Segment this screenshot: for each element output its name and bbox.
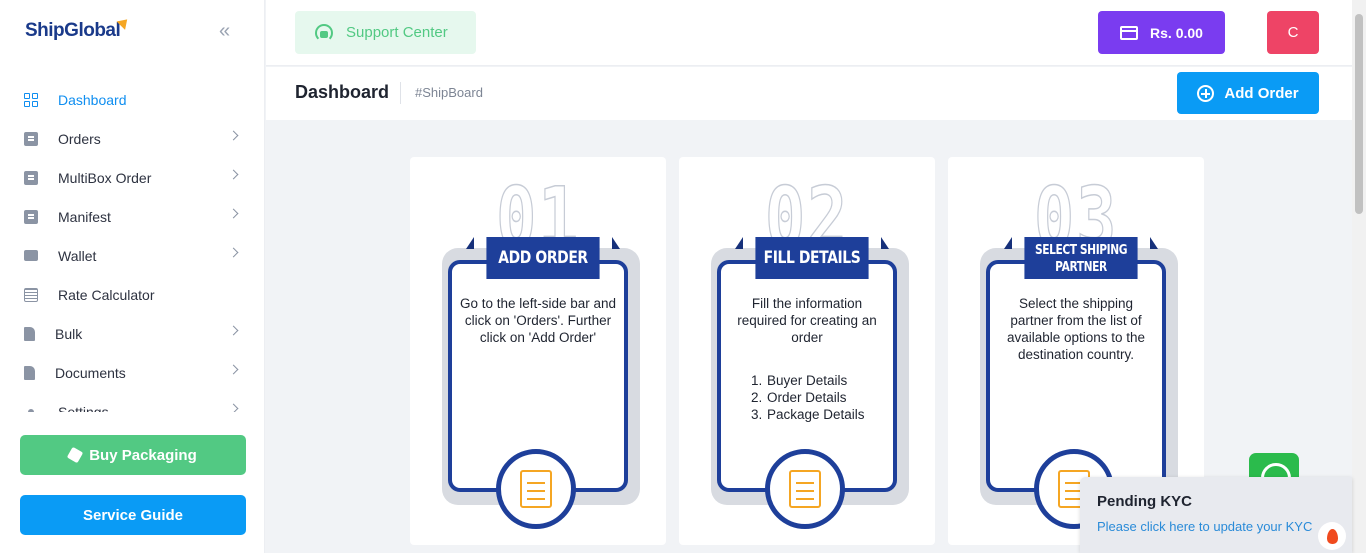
sidebar-item-label: Orders xyxy=(58,130,101,147)
list-item: 1. Buyer Details xyxy=(751,373,848,388)
package-box-icon xyxy=(67,446,84,464)
headset-icon xyxy=(315,23,333,42)
ribbon-wing-right xyxy=(612,237,620,249)
page-header: Dashboard #ShipBoard Add Order xyxy=(266,67,1352,120)
step-icon-circle xyxy=(765,449,845,529)
step-title: FILL DETAILS xyxy=(755,237,869,279)
bulk-file-icon xyxy=(24,326,35,341)
chevron-right-icon xyxy=(228,403,239,412)
sidebar-item-dashboard[interactable]: Dashboard xyxy=(0,80,265,119)
kyc-title: Pending KYC xyxy=(1097,493,1193,510)
ribbon-wing-left xyxy=(1004,237,1012,249)
title-divider xyxy=(400,82,401,104)
settings-icon xyxy=(28,408,34,412)
chevron-right-icon xyxy=(228,325,239,336)
step-icon-circle xyxy=(496,449,576,529)
top-bar: Support Center Rs. 0.00 C xyxy=(266,0,1352,66)
chevron-right-icon xyxy=(228,130,239,141)
order-form-hand-icon xyxy=(520,470,552,508)
chevron-right-icon xyxy=(228,208,239,219)
service-guide-button[interactable]: Service Guide xyxy=(20,495,246,535)
collapse-sidebar-icon[interactable]: « xyxy=(219,21,230,41)
add-order-button[interactable]: Add Order xyxy=(1177,72,1319,114)
pending-kyc-toast[interactable]: Pending KYC Please click here to update … xyxy=(1080,477,1352,553)
multibox-icon xyxy=(24,170,38,185)
ribbon-wing-right xyxy=(881,237,889,249)
service-guide-label: Service Guide xyxy=(82,506,184,524)
plus-circle-icon xyxy=(1197,84,1215,102)
calculator-icon xyxy=(24,287,38,302)
buy-packaging-label: Buy Packaging xyxy=(89,446,197,464)
dashboard-grid-icon xyxy=(24,92,38,107)
orders-icon xyxy=(24,131,38,146)
chevron-right-icon xyxy=(228,169,239,180)
step-description: Fill the information required for creati… xyxy=(737,296,877,345)
step-title: ADD ORDER xyxy=(486,237,600,279)
wallet-balance-button[interactable]: Rs. 0.00 xyxy=(1098,11,1225,54)
step-card-2: 02 FILL DETAILS Fill the information req… xyxy=(679,157,935,545)
ribbon-wing-left xyxy=(735,237,743,249)
user-avatar[interactable]: C xyxy=(1267,11,1319,54)
step-card-1: 01 ADD ORDER Go to the left-side bar and… xyxy=(410,157,666,545)
kyc-update-link[interactable]: Please click here to update your KYC xyxy=(1097,519,1312,534)
sidebar-item-label: Dashboard xyxy=(58,91,127,108)
sidebar-item-rate-calculator[interactable]: Rate Calculator xyxy=(0,275,265,314)
support-center-label: Support Center xyxy=(346,24,448,41)
wallet-card-icon xyxy=(1120,25,1139,40)
page-tag: #ShipBoard xyxy=(415,85,483,100)
list-item: 3. Package Details xyxy=(751,407,865,422)
sidebar-item-bulk[interactable]: Bulk xyxy=(0,314,265,353)
flame-widget-icon[interactable] xyxy=(1318,522,1346,550)
sidebar-item-label: Manifest xyxy=(58,208,111,225)
sidebar-item-label: Wallet xyxy=(58,247,97,264)
sidebar: ShipGlobal « Dashboard Orders MultiBox O… xyxy=(0,0,265,553)
step-description: Select the shipping partner from the lis… xyxy=(1006,296,1146,362)
sidebar-item-multibox-order[interactable]: MultiBox Order xyxy=(0,158,265,197)
chevron-right-icon xyxy=(228,364,239,375)
buy-packaging-button[interactable]: Buy Packaging xyxy=(20,435,246,475)
sidebar-item-label: MultiBox Order xyxy=(58,169,152,186)
sidebar-item-label: Settings xyxy=(58,403,109,413)
add-order-label: Add Order xyxy=(1224,84,1299,102)
sidebar-item-documents[interactable]: Documents xyxy=(0,353,265,392)
page-scrollbar[interactable] xyxy=(1352,0,1366,553)
list-item: 2. Order Details xyxy=(751,390,847,405)
wallet-balance: Rs. 0.00 xyxy=(1150,24,1203,41)
sidebar-item-label: Documents xyxy=(55,364,126,381)
support-center-button[interactable]: Support Center xyxy=(295,11,476,54)
sidebar-item-label: Bulk xyxy=(55,325,83,342)
logo-text: ShipGlobal xyxy=(25,20,121,41)
page-title: Dashboard xyxy=(295,82,390,102)
sidebar-nav: Dashboard Orders MultiBox Order Manifest… xyxy=(0,80,265,412)
ribbon-wing-right xyxy=(1150,237,1158,249)
wallet-icon xyxy=(24,250,38,261)
chevron-right-icon xyxy=(228,247,239,258)
sidebar-item-orders[interactable]: Orders xyxy=(0,119,265,158)
form-edit-icon xyxy=(789,470,821,508)
step-description: Go to the left-side bar and click on 'Or… xyxy=(459,296,617,345)
step-detail-list: 1. Buyer Details 2. Order Details 3. Packag… xyxy=(751,372,865,423)
sidebar-item-label: Rate Calculator xyxy=(58,286,155,303)
sidebar-item-settings[interactable]: Settings xyxy=(0,392,265,412)
sidebar-item-wallet[interactable]: Wallet xyxy=(0,236,265,275)
ribbon-wing-left xyxy=(466,237,474,249)
sidebar-item-manifest[interactable]: Manifest xyxy=(0,197,265,236)
step-title: SELECT SHIPING PARTNER xyxy=(1024,237,1138,279)
shipglobal-logo[interactable]: ShipGlobal xyxy=(25,15,132,42)
manifest-icon xyxy=(24,209,38,224)
scrollbar-thumb[interactable] xyxy=(1355,14,1363,214)
documents-file-icon xyxy=(24,365,35,380)
